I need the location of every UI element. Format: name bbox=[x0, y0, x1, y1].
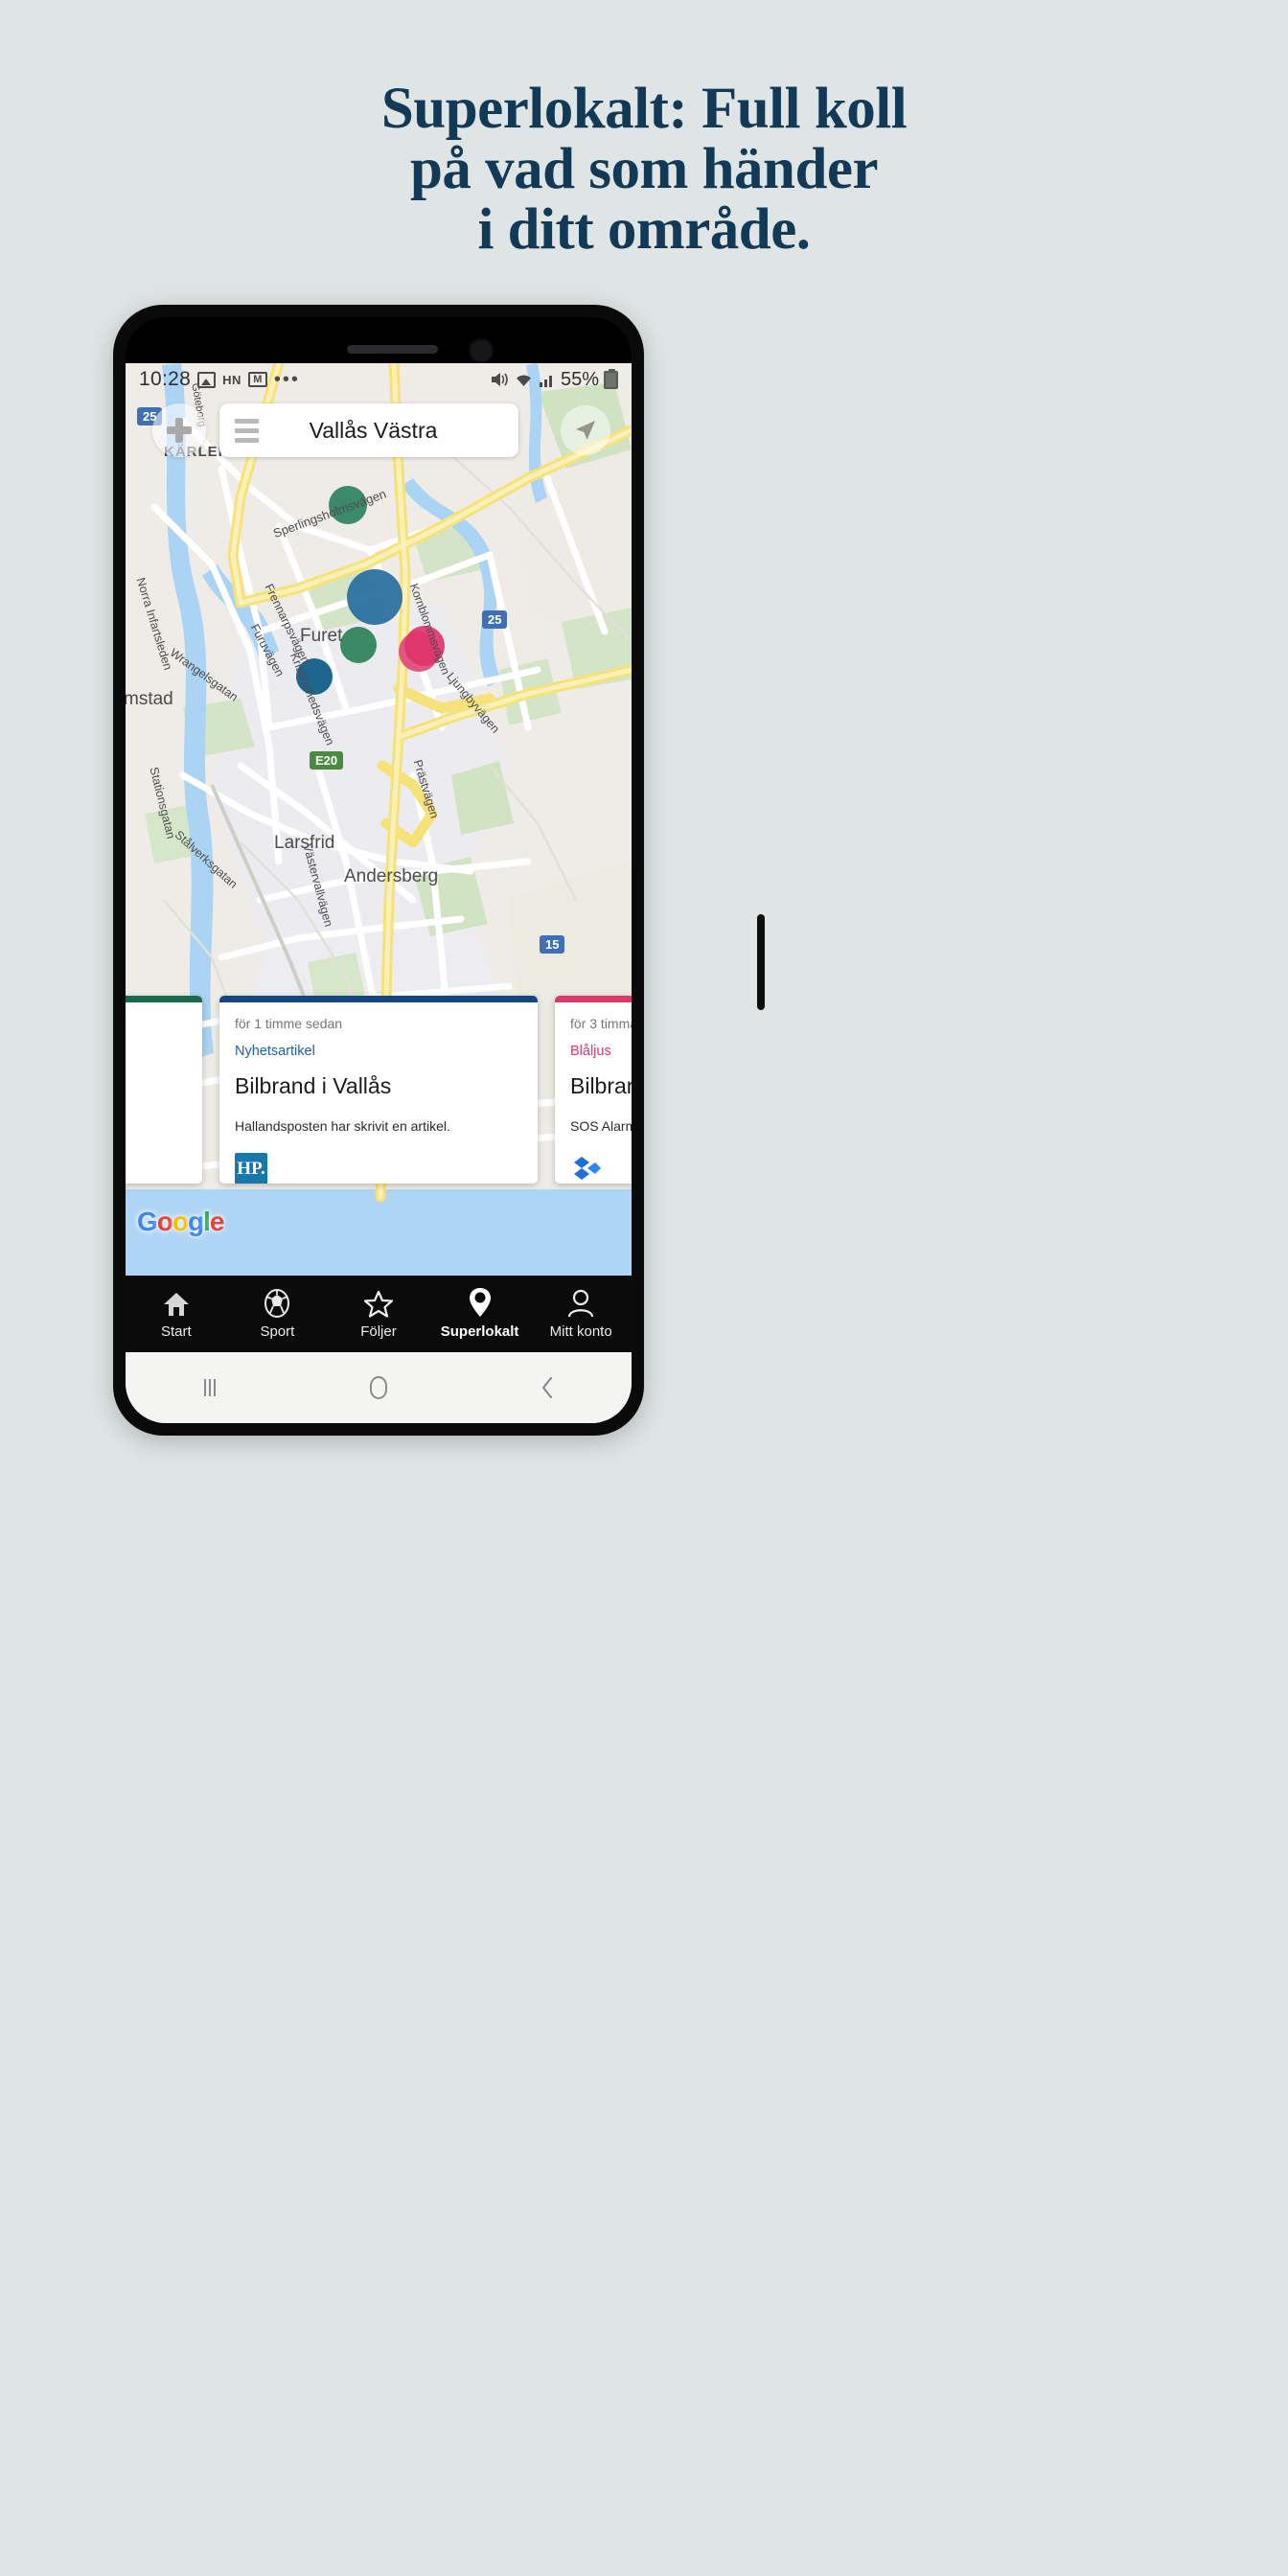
card-accent-bar bbox=[555, 996, 632, 1002]
headline-line-1: Superlokalt: Full koll bbox=[380, 77, 908, 141]
card-category: Nyhetsartikel bbox=[235, 1044, 315, 1059]
marker-green-mid[interactable] bbox=[340, 627, 377, 663]
person-icon bbox=[567, 1289, 594, 1318]
gmail-icon: M bbox=[247, 372, 267, 387]
sos-alarm-icon bbox=[574, 1157, 601, 1180]
android-system-navigation[interactable] bbox=[126, 1352, 632, 1423]
nav-label: Följer bbox=[360, 1322, 397, 1340]
nav-item-sport[interactable]: Sport bbox=[227, 1288, 329, 1340]
phone-screen-area: KÄRLEKEN Sperlingsholmsvägen Norra Infarts… bbox=[126, 317, 632, 1423]
battery-percent: 55% bbox=[560, 368, 599, 390]
status-time: 10:28 bbox=[139, 368, 192, 390]
nav-item-foljer[interactable]: Följer bbox=[328, 1289, 429, 1340]
card-description: SOS Alarm ha bbox=[570, 1118, 632, 1134]
hn-icon: HN bbox=[222, 372, 242, 387]
marker-blue-large[interactable] bbox=[347, 569, 402, 625]
road-shield: E20 bbox=[310, 751, 344, 770]
card-accent-bar bbox=[126, 996, 202, 1002]
app-bottom-navigation[interactable]: Start Sport Följer Superlokalt Mitt kont… bbox=[126, 1276, 632, 1352]
map-label: mstad bbox=[126, 689, 173, 709]
signal-icon bbox=[539, 375, 552, 387]
nav-item-superlokalt[interactable]: Superlokalt bbox=[429, 1287, 531, 1340]
phone-speaker bbox=[347, 345, 438, 354]
nav-label: Sport bbox=[260, 1322, 295, 1340]
event-card-center[interactable]: för 1 timme sedan Nyhetsartikel Bilbrand… bbox=[219, 996, 538, 1184]
back-chevron-icon bbox=[541, 1376, 553, 1399]
map-pin-icon bbox=[469, 1287, 492, 1318]
google-logo: Google bbox=[137, 1207, 224, 1236]
card-source-logo: HP. bbox=[235, 1153, 522, 1184]
nav-label: Superlokalt bbox=[440, 1322, 519, 1340]
card-title: Bilbrand i Vallås bbox=[235, 1073, 392, 1098]
nav-label: Mitt konto bbox=[549, 1322, 612, 1340]
plus-icon bbox=[167, 418, 192, 443]
card-title: Bilbrand bbox=[570, 1073, 632, 1098]
map-label: Furet bbox=[300, 626, 343, 646]
add-button[interactable] bbox=[152, 403, 206, 457]
hamburger-icon[interactable] bbox=[235, 418, 259, 443]
recents-button[interactable] bbox=[126, 1373, 294, 1402]
page-title: Superlokalt: Full koll på vad som händer… bbox=[0, 79, 1288, 260]
card-accent-bar bbox=[219, 996, 538, 1002]
wifi-icon bbox=[516, 375, 531, 386]
card-timestamp: för 1 timme sedan bbox=[235, 1016, 343, 1031]
phone-button-right bbox=[757, 914, 765, 1010]
back-button[interactable] bbox=[463, 1373, 632, 1402]
event-card-right[interactable]: för 3 timmar se Blåljus Bilbrand SOS Ala… bbox=[555, 996, 632, 1184]
home-icon bbox=[162, 1289, 191, 1318]
headline-line-2: på vad som händer bbox=[409, 137, 879, 201]
nav-item-start[interactable]: Start bbox=[126, 1289, 227, 1340]
phone-mockup: KÄRLEKEN Sperlingsholmsvägen Norra Infarts… bbox=[113, 305, 765, 1436]
event-card-left[interactable]: bilarax bbox=[126, 996, 202, 1184]
event-cards-carousel[interactable]: bilarax för 1 timme sedan Nyhetsartikel … bbox=[126, 996, 632, 1195]
headline-line-3: i ditt område. bbox=[477, 197, 811, 262]
soccer-ball-icon bbox=[264, 1288, 290, 1318]
star-icon bbox=[363, 1289, 393, 1318]
phone-top-bezel bbox=[126, 317, 632, 363]
map-top-controls: Vallås Västra bbox=[126, 403, 632, 459]
more-dots-icon: ••• bbox=[273, 369, 300, 390]
nav-label: Start bbox=[160, 1322, 192, 1340]
mute-icon bbox=[491, 373, 508, 386]
road-shield: 25 bbox=[482, 610, 508, 629]
nav-item-mitt-konto[interactable]: Mitt konto bbox=[530, 1289, 632, 1340]
search-input[interactable]: Vallås Västra bbox=[259, 418, 518, 444]
front-camera bbox=[469, 338, 494, 363]
card-timestamp: för 3 timmar se bbox=[570, 1016, 632, 1031]
home-circle-icon bbox=[370, 1376, 387, 1399]
battery-icon bbox=[604, 368, 618, 389]
home-button[interactable] bbox=[294, 1372, 463, 1403]
app-screen: KÄRLEKEN Sperlingsholmsvägen Norra Infarts… bbox=[126, 363, 632, 1423]
image-icon bbox=[197, 371, 217, 388]
card-category: Blåljus bbox=[570, 1044, 611, 1059]
map-label: Andersberg bbox=[344, 866, 439, 886]
card-source-logo bbox=[570, 1153, 632, 1184]
search-bar[interactable]: Vallås Västra bbox=[219, 403, 518, 457]
status-bar: 10:28 HN M ••• 55% bbox=[126, 363, 632, 396]
card-description: Hallandsposten har skrivit en artikel. bbox=[235, 1118, 450, 1134]
road-shield: 15 bbox=[540, 935, 565, 954]
hallandsposten-logo-icon: HP. bbox=[235, 1153, 267, 1184]
locate-button[interactable] bbox=[561, 405, 610, 455]
card-title: bilarax bbox=[126, 1100, 187, 1158]
navigation-arrow-icon bbox=[576, 421, 595, 440]
recents-icon bbox=[204, 1379, 216, 1396]
